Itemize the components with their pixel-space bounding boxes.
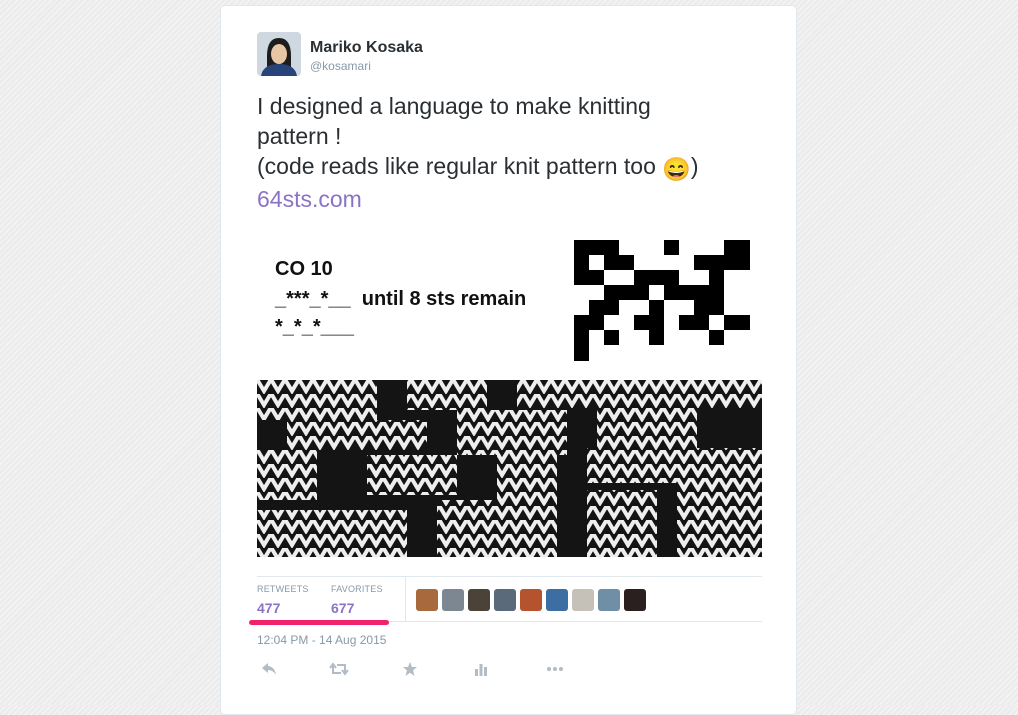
- tweet-timestamp[interactable]: 12:04 PM - 14 Aug 2015: [257, 633, 386, 647]
- retweets-label: RETWEETS: [257, 584, 309, 594]
- retweets-count: 477: [257, 600, 281, 616]
- analytics-icon[interactable]: [469, 657, 493, 681]
- tweet-text-line: I designed a language to make knitting: [257, 93, 651, 119]
- tweet-text-segment: (code reads like regular knit pattern to…: [257, 153, 656, 179]
- reply-icon[interactable]: [257, 657, 281, 681]
- knitted-fabric-photo[interactable]: [257, 380, 762, 557]
- code-line: _***_*__ until 8 sts remain: [275, 288, 527, 310]
- user-avatar[interactable]: [572, 589, 594, 611]
- favorites-label: FAVORITES: [331, 584, 383, 594]
- author-name[interactable]: Mariko Kosaka: [310, 39, 423, 57]
- code-line: *_*_*___: [275, 316, 354, 338]
- user-avatar[interactable]: [468, 589, 490, 611]
- favorites-count: 677: [331, 600, 355, 616]
- code-line: CO 10: [275, 258, 333, 280]
- more-icon[interactable]: [543, 657, 567, 681]
- retweet-icon[interactable]: [327, 657, 351, 681]
- favorites-stat[interactable]: FAVORITES 677: [331, 584, 383, 616]
- user-avatar[interactable]: [442, 589, 464, 611]
- author-handle[interactable]: @kosamari: [310, 59, 371, 73]
- tweet-text-line: pattern !: [257, 123, 342, 149]
- user-avatar[interactable]: [494, 589, 516, 611]
- tweet-card: Mariko Kosaka @kosamari I designed a lan…: [220, 5, 797, 715]
- highlight-underline: [249, 620, 389, 625]
- tweet-stats: RETWEETS 477 FAVORITES 677: [257, 576, 762, 622]
- author-avatar[interactable]: [257, 32, 301, 76]
- user-avatar[interactable]: [520, 589, 542, 611]
- user-avatar[interactable]: [546, 589, 568, 611]
- favorite-icon[interactable]: [398, 657, 422, 681]
- user-avatar[interactable]: [598, 589, 620, 611]
- user-avatar[interactable]: [416, 589, 438, 611]
- tweet-text-segment: ): [690, 153, 699, 179]
- tweet-text: I designed a language to make knitting p…: [257, 91, 767, 214]
- grinning-emoji-icon: 😄: [662, 156, 691, 182]
- user-avatar[interactable]: [624, 589, 646, 611]
- tweet-text-line: (code reads like regular knit pattern to…: [257, 151, 767, 184]
- knit-pattern-pixel-grid: [574, 240, 750, 361]
- stats-divider: [405, 577, 406, 621]
- retweets-stat[interactable]: RETWEETS 477: [257, 584, 309, 616]
- tweet-link[interactable]: 64sts.com: [257, 184, 767, 214]
- tweet-actions: [257, 657, 577, 681]
